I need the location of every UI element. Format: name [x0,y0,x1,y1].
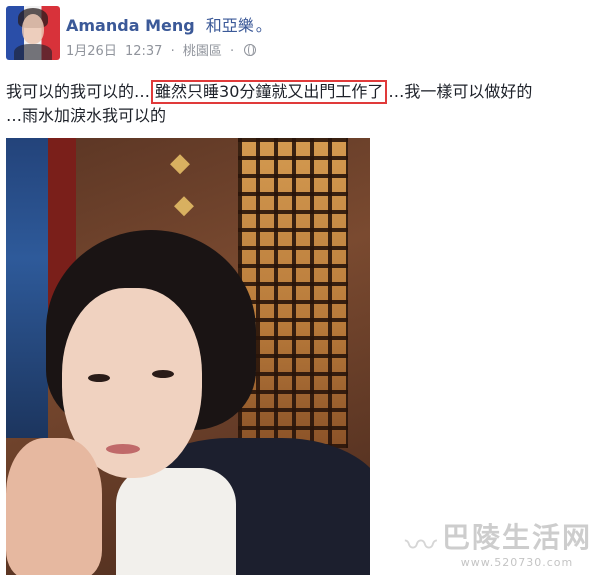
photo-blue-panel [6,138,48,438]
meta-separator-2: · [230,44,235,59]
watermark-title: 巴陵生活网 [441,521,592,554]
photo-left-eye [88,374,110,382]
post-date[interactable]: 1月26日 [66,44,117,59]
photo-gold-glyph-2: ◆ [174,190,194,220]
post-text: 我可以的我可以的… 雖然只睡30分鐘就又出門工作了 …我一樣可以做好的 …雨水加淚水… [6,80,596,128]
photo-lips [106,444,140,454]
highlighted-text: 雖然只睡30分鐘就又出門工作了 [151,80,388,104]
author-avatar[interactable] [6,6,60,60]
post-text-line-2: …雨水加淚水我可以的 [6,106,167,125]
avatar-body [14,44,52,60]
post-photo[interactable]: ◆ ◆ [6,138,370,575]
post-location[interactable]: 桃園區 [183,44,222,59]
tagged-friend-link[interactable]: 和亞樂 [206,16,254,35]
photo-right-eye [152,370,174,378]
with-suffix: 。 [255,16,272,35]
post-header: Amanda Meng 和亞樂。 1月26日 12:37 · 桃園區 · [0,0,600,66]
photo-gold-glyph-1: ◆ [170,148,190,178]
meta-separator: · [170,44,175,59]
photo-window-lattice [238,138,348,448]
post-text-line-1: 我可以的我可以的… 雖然只睡30分鐘就又出門工作了 …我一樣可以做好的 [6,80,596,104]
post-meta: 1月26日 12:37 · 桃園區 · [66,40,260,59]
post-time[interactable]: 12:37 [125,44,162,59]
text-part-before: 我可以的我可以的… [6,82,151,101]
watermark: 〰 巴陵生活网 www.520730.com [405,516,592,569]
avatar-face [22,14,44,44]
text-part-after: …我一樣可以做好的 [388,82,533,101]
author-name-link[interactable]: Amanda Meng [66,16,195,35]
globe-icon[interactable] [244,44,257,56]
watermark-logo-icon: 〰 [404,525,437,564]
photo-collar [116,468,236,575]
author-line: Amanda Meng 和亞樂。 [66,12,272,36]
watermark-text: 巴陵生活网 www.520730.com [442,516,592,569]
photo-fist [6,438,102,575]
watermark-url: www.520730.com [460,556,574,569]
